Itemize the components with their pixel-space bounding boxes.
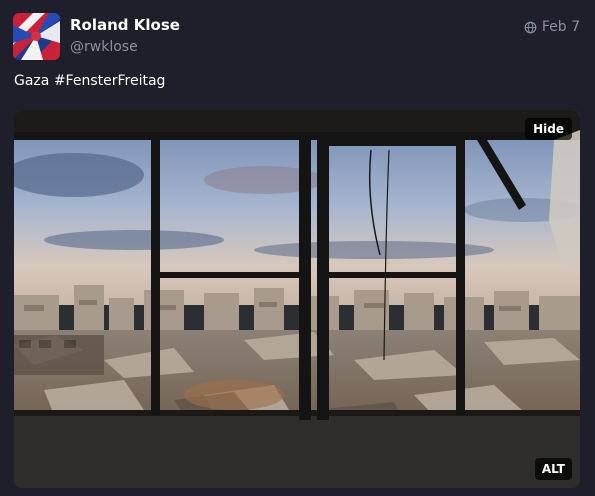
alt-text-badge[interactable]: ALT <box>534 458 572 480</box>
account-handle[interactable]: @rwklose <box>70 39 138 55</box>
status-post: Roland Klose @rwklose Feb 7 Gaza #Fenste… <box>0 0 595 496</box>
post-date[interactable]: Feb 7 <box>542 19 580 35</box>
media-attachment[interactable]: Hide ALT <box>14 110 580 488</box>
avatar-image <box>13 13 60 60</box>
post-content: Gaza #FensterFreitag <box>14 73 165 89</box>
globe-icon <box>524 21 537 34</box>
post-text: Gaza <box>14 73 54 89</box>
post-meta[interactable]: Feb 7 <box>524 19 580 35</box>
hashtag-link[interactable]: #FensterFreitag <box>54 73 166 89</box>
attachment-image <box>14 110 580 488</box>
avatar[interactable] <box>13 13 60 60</box>
hide-media-button[interactable]: Hide <box>525 118 572 140</box>
display-name[interactable]: Roland Klose <box>70 16 180 34</box>
